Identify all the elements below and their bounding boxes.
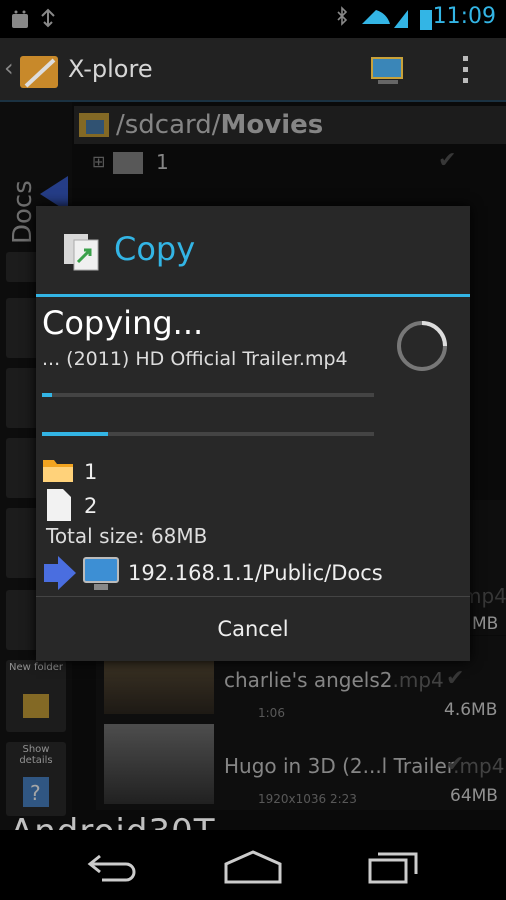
file-progress-bar	[42, 393, 374, 397]
cancel-button[interactable]: Cancel	[36, 597, 470, 661]
app-logo-icon[interactable]	[18, 48, 62, 92]
file-count: 2	[84, 494, 98, 518]
copy-icon	[64, 234, 99, 271]
copy-status: Copying...	[42, 304, 204, 342]
back-chevron-icon[interactable]: ‹	[4, 54, 14, 82]
destination-path: 192.168.1.1/Public/Docs	[128, 561, 383, 585]
current-file: ... (2011) HD Official Trailer.mp4	[42, 348, 348, 370]
status-time: 11:09	[432, 4, 496, 29]
destination-icons	[44, 556, 119, 590]
dialog-title: Copy	[114, 230, 196, 268]
action-bar: ‹ X-plore	[0, 38, 506, 102]
signal-icon	[394, 10, 408, 28]
folder-count: 1	[84, 460, 98, 484]
status-bar: 11:09	[0, 0, 506, 38]
folder-icon	[43, 460, 73, 482]
battery-icon	[420, 10, 432, 30]
network-computer-icon[interactable]	[370, 56, 406, 86]
total-progress-fill	[42, 432, 109, 436]
spinner-icon	[397, 321, 447, 371]
navigation-bar	[0, 830, 506, 900]
copy-dialog: Copy Copying... ... (2011) HD Official T…	[36, 206, 470, 661]
wifi-icon	[362, 10, 390, 24]
file-progress-fill	[42, 393, 52, 397]
arrow-right-icon	[44, 556, 76, 590]
total-size: Total size: 68MB	[46, 524, 208, 548]
total-progress-bar	[42, 432, 374, 436]
bluetooth-icon	[337, 6, 348, 26]
back-icon[interactable]	[86, 852, 140, 882]
app-title: X-plore	[68, 55, 153, 83]
title-divider	[36, 294, 470, 297]
android-notification-icon	[12, 8, 55, 28]
home-icon[interactable]	[224, 850, 282, 884]
network-computer-icon	[83, 557, 119, 583]
status-icons	[337, 6, 432, 30]
file-icon	[47, 489, 71, 521]
recent-apps-icon[interactable]	[368, 848, 420, 884]
overflow-menu-icon[interactable]	[460, 54, 472, 86]
